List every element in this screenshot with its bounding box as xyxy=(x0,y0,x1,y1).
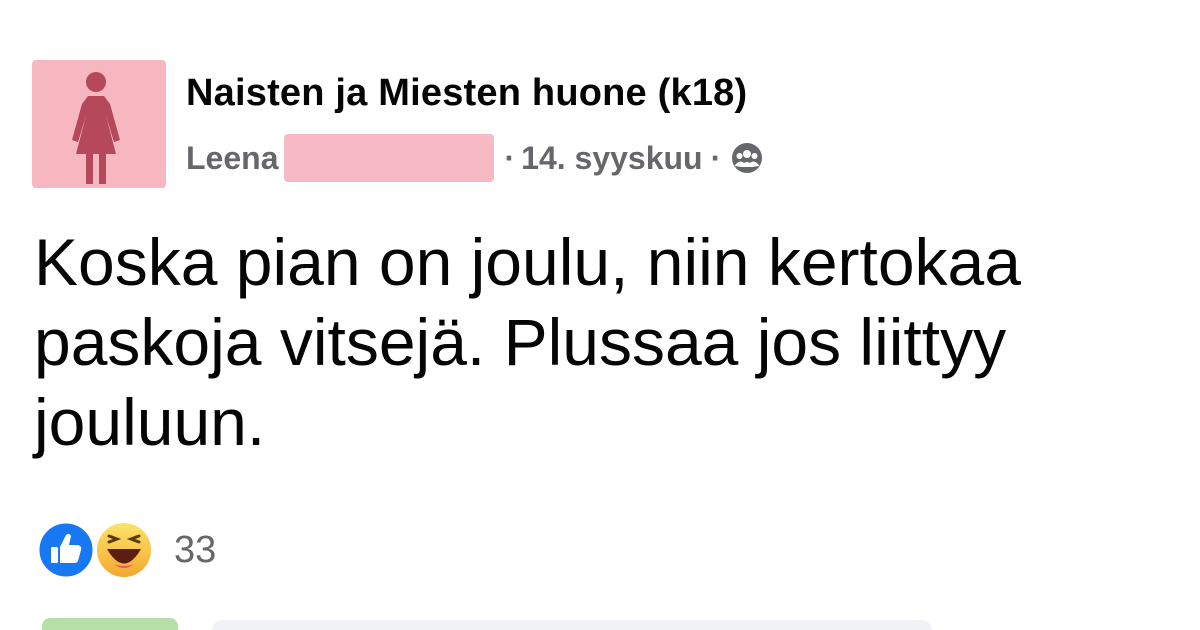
haha-icon xyxy=(95,521,153,579)
group-name[interactable]: Naisten ja Miesten huone (k18) xyxy=(186,72,747,115)
meta-separator: · xyxy=(504,139,516,176)
group-members-icon[interactable] xyxy=(731,142,763,174)
author-name[interactable]: Leena xyxy=(186,140,278,177)
meta-separator-2: · xyxy=(710,139,722,176)
reactions-summary[interactable]: 33 xyxy=(36,520,216,580)
redacted-surname xyxy=(284,134,495,182)
commenter-avatar-partial xyxy=(42,618,178,630)
comment-bubble-partial xyxy=(212,620,932,630)
reaction-icons[interactable] xyxy=(36,520,156,580)
post-meta: Leena · 14. syyskuu · xyxy=(186,134,763,182)
post-card: Naisten ja Miesten huone (k18) Leena · 1… xyxy=(0,0,1200,630)
group-avatar[interactable] xyxy=(32,60,166,188)
post-text: Koska pian on joulu, niin kertokaa pasko… xyxy=(34,225,1021,459)
like-icon xyxy=(36,520,96,580)
reaction-count[interactable]: 33 xyxy=(174,529,216,572)
post-date[interactable]: 14. syyskuu xyxy=(521,140,702,177)
woman-figure-icon xyxy=(72,72,120,184)
